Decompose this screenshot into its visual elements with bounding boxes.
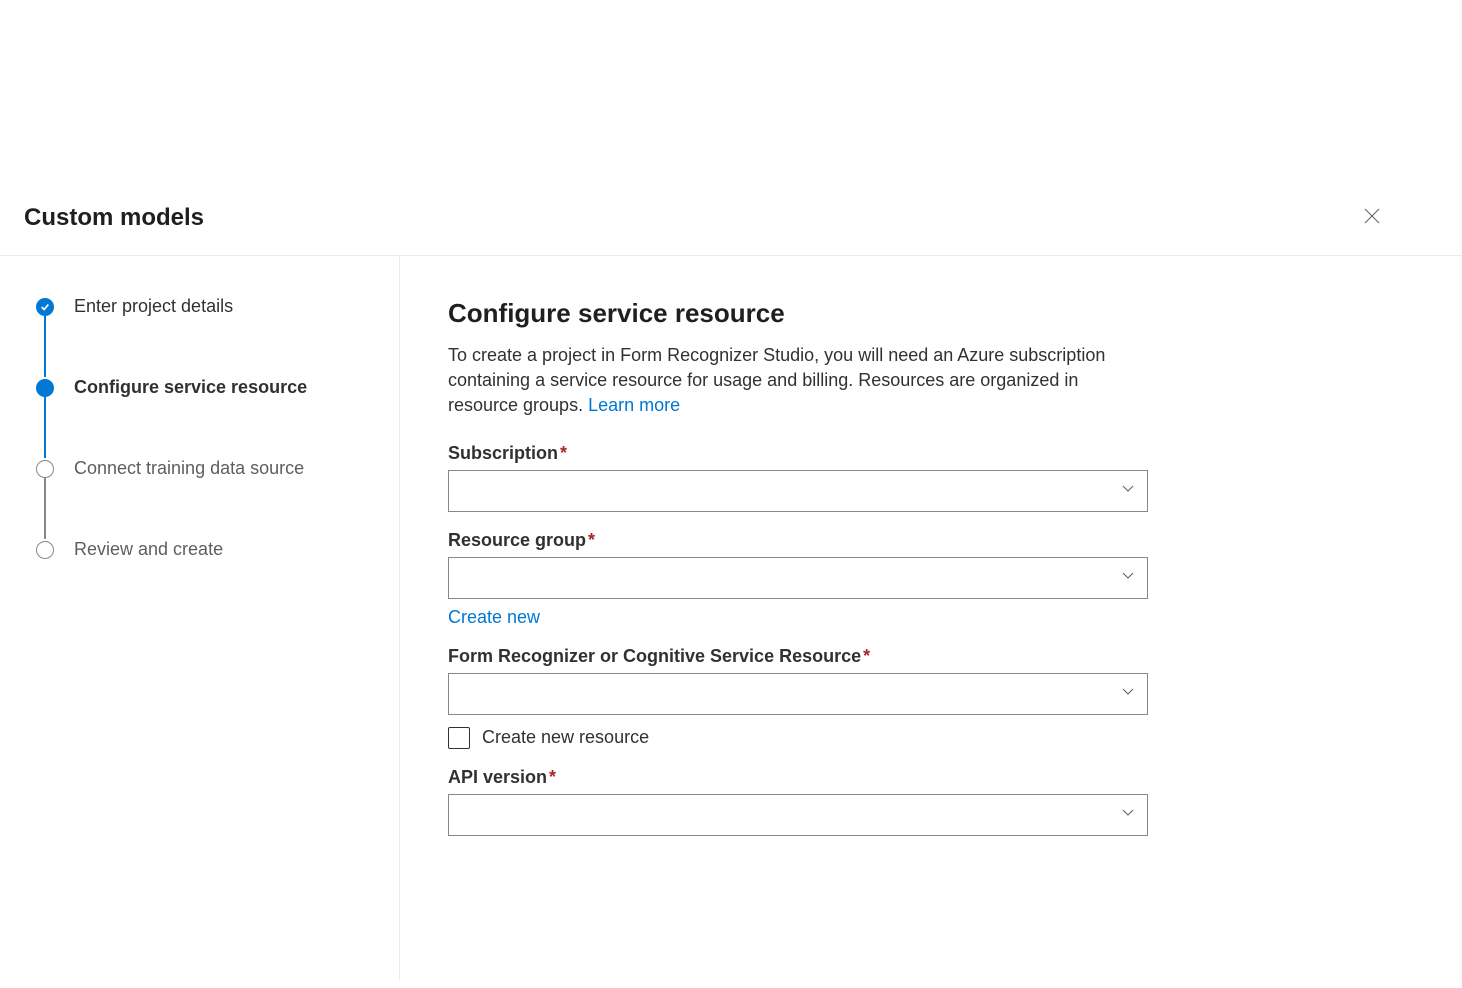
chevron-down-icon	[1121, 805, 1135, 824]
api-version-dropdown[interactable]	[448, 794, 1148, 836]
wizard-sidebar: Enter project details Configure service …	[0, 256, 400, 981]
subscription-dropdown[interactable]	[448, 470, 1148, 512]
dialog-content: Enter project details Configure service …	[0, 256, 1462, 981]
form-recognizer-dropdown[interactable]	[448, 673, 1148, 715]
main-panel: Configure service resource To create a p…	[400, 256, 1462, 981]
dialog-title: Custom models	[24, 204, 204, 232]
subscription-label: Subscription*	[448, 443, 1148, 464]
step-label: Review and create	[74, 539, 223, 560]
page-title: Configure service resource	[448, 298, 1414, 329]
field-subscription: Subscription*	[448, 443, 1148, 512]
step-configure-service-resource[interactable]: Configure service resource	[36, 377, 375, 458]
create-new-resource-group-link[interactable]: Create new	[448, 607, 540, 628]
chevron-down-icon	[1121, 481, 1135, 500]
resource-group-label: Resource group*	[448, 530, 1148, 551]
chevron-down-icon	[1121, 568, 1135, 587]
pending-step-icon	[36, 460, 54, 478]
step-label: Enter project details	[74, 296, 233, 317]
step-review-and-create[interactable]: Review and create	[36, 539, 375, 560]
step-label: Configure service resource	[74, 377, 307, 398]
close-icon	[1364, 208, 1380, 227]
create-new-resource-checkbox[interactable]	[448, 727, 470, 749]
pending-step-icon	[36, 541, 54, 559]
required-indicator: *	[588, 530, 595, 550]
required-indicator: *	[560, 443, 567, 463]
close-button[interactable]	[1356, 200, 1388, 235]
chevron-down-icon	[1121, 684, 1135, 703]
checkmark-icon	[36, 298, 54, 316]
step-enter-project-details[interactable]: Enter project details	[36, 296, 375, 377]
create-new-resource-row: Create new resource	[448, 727, 1148, 749]
required-indicator: *	[549, 767, 556, 787]
page-description: To create a project in Form Recognizer S…	[448, 343, 1148, 419]
step-list: Enter project details Configure service …	[36, 296, 375, 560]
create-new-resource-label: Create new resource	[482, 727, 649, 748]
step-connector	[44, 476, 46, 539]
form-recognizer-label: Form Recognizer or Cognitive Service Res…	[448, 646, 1148, 667]
required-indicator: *	[863, 646, 870, 666]
step-connector	[44, 395, 46, 458]
step-connector	[44, 314, 46, 377]
resource-group-dropdown[interactable]	[448, 557, 1148, 599]
field-api-version: API version*	[448, 767, 1148, 836]
dialog-header: Custom models	[0, 0, 1462, 256]
current-step-icon	[36, 379, 54, 397]
api-version-label: API version*	[448, 767, 1148, 788]
step-connect-training-data-source[interactable]: Connect training data source	[36, 458, 375, 539]
learn-more-link[interactable]: Learn more	[588, 395, 680, 415]
step-label: Connect training data source	[74, 458, 304, 479]
field-resource-group: Resource group* Create new	[448, 530, 1148, 628]
description-text: To create a project in Form Recognizer S…	[448, 345, 1105, 415]
field-form-recognizer-resource: Form Recognizer or Cognitive Service Res…	[448, 646, 1148, 749]
